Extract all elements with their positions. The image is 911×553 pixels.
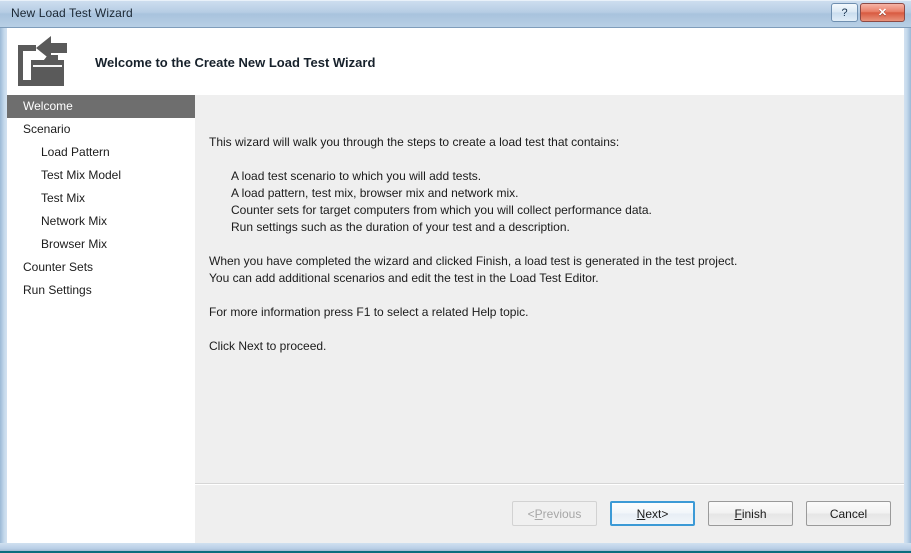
- cancel-button[interactable]: Cancel: [806, 501, 891, 526]
- para2-line2: You can add additional scenarios and edi…: [209, 271, 599, 285]
- finish-rest: inish: [741, 506, 767, 521]
- bullet-2: A load pattern, test mix, browser mix an…: [231, 186, 519, 200]
- wizard-step-list: Welcome Scenario Load Pattern Test Mix M…: [7, 95, 195, 543]
- wizard-description: This wizard will walk you through the st…: [195, 95, 904, 484]
- bullet-4: Run settings such as the duration of you…: [231, 220, 570, 234]
- finish-mnemonic: F: [734, 506, 742, 521]
- bullet-3: Counter sets for target computers from w…: [231, 203, 652, 217]
- title-bar[interactable]: New Load Test Wizard ? ✕: [0, 0, 911, 28]
- previous-mnemonic: P: [534, 506, 543, 521]
- sidebar-item-scenario[interactable]: Scenario: [7, 118, 195, 141]
- previous-button[interactable]: < Previous: [512, 501, 597, 526]
- para4: Click Next to proceed.: [209, 339, 327, 353]
- title-bar-buttons: ? ✕: [831, 3, 905, 22]
- next-mnemonic: N: [636, 506, 646, 521]
- window-frame-right: [904, 0, 911, 553]
- sidebar-item-welcome[interactable]: Welcome: [7, 95, 195, 118]
- wizard-header: Welcome to the Create New Load Test Wiza…: [7, 29, 904, 95]
- next-rest: ext: [645, 506, 662, 521]
- next-button[interactable]: Next >: [610, 501, 695, 526]
- button-row: < Previous Next > Finish Cancel: [512, 501, 891, 526]
- previous-rest: revious: [542, 506, 582, 521]
- page-title: Welcome to the Create New Load Test Wiza…: [95, 55, 376, 70]
- finish-button[interactable]: Finish: [708, 501, 793, 526]
- wizard-content-panel: This wizard will walk you through the st…: [195, 95, 904, 543]
- previous-prefix: <: [527, 506, 535, 521]
- sidebar-item-test-mix[interactable]: Test Mix: [7, 187, 195, 210]
- bullet-1: A load test scenario to which you will a…: [231, 169, 482, 183]
- cancel-label: Cancel: [829, 506, 868, 521]
- para3: For more information press F1 to select …: [209, 305, 529, 319]
- sidebar-item-network-mix[interactable]: Network Mix: [7, 210, 195, 233]
- import-folder-icon: [14, 34, 74, 90]
- help-button[interactable]: ?: [831, 3, 858, 22]
- close-icon[interactable]: ✕: [860, 3, 905, 22]
- sidebar-item-counter-sets[interactable]: Counter Sets: [7, 256, 195, 279]
- sidebar-item-browser-mix[interactable]: Browser Mix: [7, 233, 195, 256]
- wizard-button-bar: < Previous Next > Finish Cancel: [195, 483, 904, 543]
- window-frame-left: [0, 0, 7, 553]
- intro-text: This wizard will walk you through the st…: [209, 135, 620, 149]
- window-title: New Load Test Wizard: [11, 6, 133, 20]
- wizard-window: New Load Test Wizard ? ✕ Welcome to the …: [0, 0, 911, 553]
- sidebar-item-test-mix-model[interactable]: Test Mix Model: [7, 164, 195, 187]
- wizard-body: Welcome Scenario Load Pattern Test Mix M…: [7, 95, 904, 543]
- next-suffix: >: [661, 506, 669, 521]
- para2-line1: When you have completed the wizard and c…: [209, 254, 738, 268]
- sidebar-item-run-settings[interactable]: Run Settings: [7, 279, 195, 302]
- sidebar-item-load-pattern[interactable]: Load Pattern: [7, 141, 195, 164]
